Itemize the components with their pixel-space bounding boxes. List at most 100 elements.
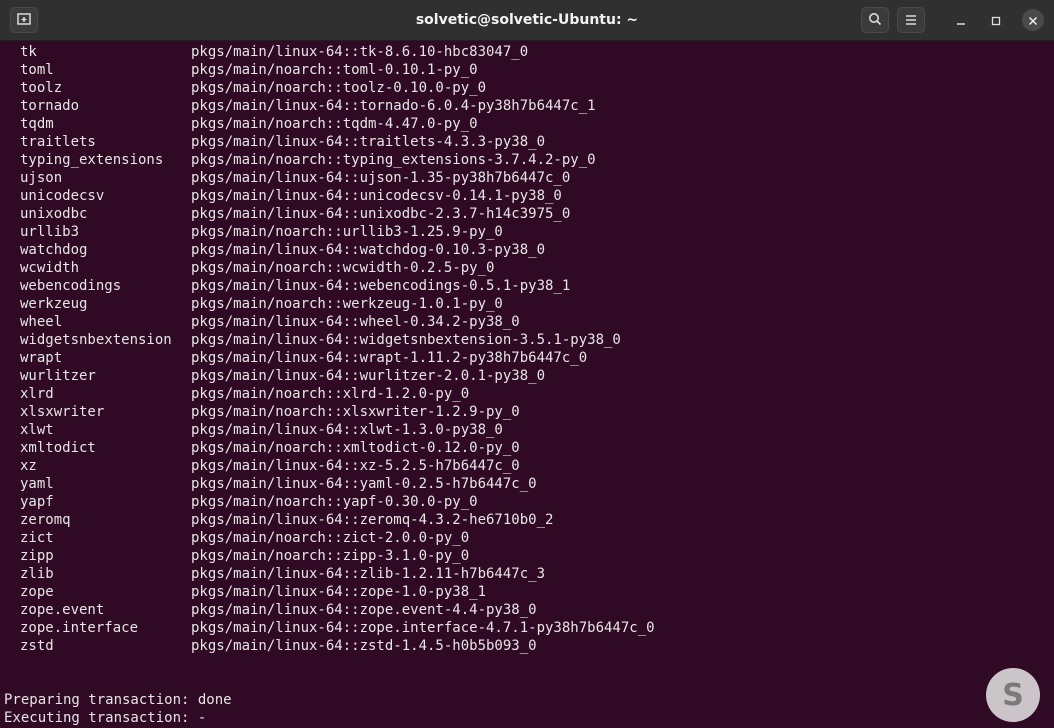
package-channel: pkgs/main/linux-64::wrapt-1.11.2-py38h7b… xyxy=(191,350,588,366)
package-name: yaml xyxy=(20,476,54,492)
package-row: unicodecsv pkgs/main/linux-64::unicodecsv… xyxy=(20,187,740,205)
package-row: tqdm pkgs/main/noarch::tqdm-4.47.0-py_0 xyxy=(20,115,740,133)
package-row: yaml pkgs/main/linux-64::yaml-0.2.5-h7b64… xyxy=(20,475,740,493)
package-name: ujson xyxy=(20,170,63,186)
package-row: wheel pkgs/main/linux-64::wheel-0.34.2-py… xyxy=(20,313,740,331)
package-channel: pkgs/main/linux-64::traitlets-4.3.3-py38… xyxy=(191,134,546,150)
minimize-icon xyxy=(956,11,966,30)
menu-button[interactable] xyxy=(897,7,925,33)
solvetic-logo: S xyxy=(986,668,1040,722)
package-row: urllib3 pkgs/main/noarch::urllib3-1.25.9-… xyxy=(20,223,740,241)
package-row: wurlitzer pkgs/main/linux-64::wurlitzer-2… xyxy=(20,367,740,385)
package-name: tornado xyxy=(20,98,80,114)
package-channel: pkgs/main/linux-64::ujson-1.35-py38h7b64… xyxy=(191,170,571,186)
package-row: wcwidth pkgs/main/noarch::wcwidth-0.2.5-p… xyxy=(20,259,740,277)
package-row: zict pkgs/main/noarch::zict-2.0.0-py_0 xyxy=(20,529,740,547)
maximize-button[interactable] xyxy=(986,10,1006,30)
package-row: tornado pkgs/main/linux-64::tornado-6.0.4… xyxy=(20,97,740,115)
search-button[interactable] xyxy=(861,7,889,33)
terminal-window: solvetic@solvetic-Ubuntu: ~ tk pkgs/main… xyxy=(0,0,1054,728)
package-channel: pkgs/main/linux-64::tk-8.6.10-hbc83047_0 xyxy=(191,44,529,60)
package-name: xlsxwriter xyxy=(20,404,105,420)
close-icon xyxy=(1028,11,1038,30)
title-bar[interactable]: solvetic@solvetic-Ubuntu: ~ xyxy=(0,0,1054,41)
package-channel: pkgs/main/linux-64::zstd-1.4.5-h0b5b093_… xyxy=(191,638,537,654)
package-channel: pkgs/main/noarch::wcwidth-0.2.5-py_0 xyxy=(191,260,495,276)
package-row: xmltodict pkgs/main/noarch::xmltodict-0.1… xyxy=(20,439,740,457)
package-channel: pkgs/main/linux-64::xz-5.2.5-h7b6447c_0 xyxy=(191,458,520,474)
package-row: typing_extensions pkgs/main/noarch::typin… xyxy=(20,151,740,169)
package-name: unixodbc xyxy=(20,206,88,222)
package-row: traitlets pkgs/main/linux-64::traitlets-4… xyxy=(20,133,740,151)
package-name: widgetsnbextension xyxy=(20,332,172,348)
package-row: tk pkgs/main/linux-64::tk-8.6.10-hbc83047… xyxy=(20,43,740,61)
package-row: toolz pkgs/main/noarch::toolz-0.10.0-py_0 xyxy=(20,79,740,97)
package-row: werkzeug pkgs/main/noarch::werkzeug-1.0.1… xyxy=(20,295,740,313)
package-name: watchdog xyxy=(20,242,88,258)
package-row: watchdog pkgs/main/linux-64::watchdog-0.1… xyxy=(20,241,740,259)
package-channel: pkgs/main/noarch::toolz-0.10.0-py_0 xyxy=(191,80,487,96)
package-list: tk pkgs/main/linux-64::tk-8.6.10-hbc83047… xyxy=(20,43,740,655)
package-name: zope.event xyxy=(20,602,105,618)
package-channel: pkgs/main/noarch::tqdm-4.47.0-py_0 xyxy=(191,116,478,132)
package-row: yapf pkgs/main/noarch::yapf-0.30.0-py_0 xyxy=(20,493,740,511)
package-row: xlrd pkgs/main/noarch::xlrd-1.2.0-py_0 xyxy=(20,385,740,403)
package-channel: pkgs/main/linux-64::wurlitzer-2.0.1-py38… xyxy=(191,368,546,384)
package-channel: pkgs/main/linux-64::zeromq-4.3.2-he6710b… xyxy=(191,512,554,528)
package-channel: pkgs/main/linux-64::widgetsnbextension-3… xyxy=(191,332,621,348)
package-row: zeromq pkgs/main/linux-64::zeromq-4.3.2-h… xyxy=(20,511,740,529)
package-name: tk xyxy=(20,44,37,60)
package-name: wcwidth xyxy=(20,260,80,276)
package-channel: pkgs/main/linux-64::watchdog-0.10.3-py38… xyxy=(191,242,546,258)
minimize-button[interactable] xyxy=(951,10,971,30)
terminal-output[interactable]: tk pkgs/main/linux-64::tk-8.6.10-hbc83047… xyxy=(0,41,1054,728)
window-title: solvetic@solvetic-Ubuntu: ~ xyxy=(415,12,639,28)
package-name: unicodecsv xyxy=(20,188,105,204)
package-channel: pkgs/main/noarch::yapf-0.30.0-py_0 xyxy=(191,494,478,510)
package-name: zope.interface xyxy=(20,620,139,636)
package-name: zstd xyxy=(20,638,54,654)
package-name: traitlets xyxy=(20,134,96,150)
package-row: unixodbc pkgs/main/linux-64::unixodbc-2.3… xyxy=(20,205,740,223)
package-name: zope xyxy=(20,584,54,600)
package-row: xlsxwriter pkgs/main/noarch::xlsxwriter-1… xyxy=(20,403,740,421)
package-channel: pkgs/main/linux-64::wheel-0.34.2-py38_0 xyxy=(191,314,520,330)
package-row: wrapt pkgs/main/linux-64::wrapt-1.11.2-py… xyxy=(20,349,740,367)
package-name: zeromq xyxy=(20,512,71,528)
package-name: wheel xyxy=(20,314,63,330)
executing-transaction-line: Executing transaction: - xyxy=(4,710,207,726)
package-channel: pkgs/main/linux-64::tornado-6.0.4-py38h7… xyxy=(191,98,596,114)
package-name: yapf xyxy=(20,494,54,510)
package-row: widgetsnbextension pkgs/main/linux-64::wi… xyxy=(20,331,740,349)
package-channel: pkgs/main/noarch::urllib3-1.25.9-py_0 xyxy=(191,224,503,240)
package-row: toml pkgs/main/noarch::toml-0.10.1-py_0 xyxy=(20,61,740,79)
package-channel: pkgs/main/noarch::toml-0.10.1-py_0 xyxy=(191,62,478,78)
package-channel: pkgs/main/noarch::xlsxwriter-1.2.9-py_0 xyxy=(191,404,520,420)
close-button[interactable] xyxy=(1022,9,1044,31)
package-name: webencodings xyxy=(20,278,122,294)
package-channel: pkgs/main/linux-64::webencodings-0.5.1-p… xyxy=(191,278,571,294)
package-name: xz xyxy=(20,458,37,474)
preparing-transaction-line: Preparing transaction: done xyxy=(4,692,232,708)
package-name: toml xyxy=(20,62,54,78)
package-row: zope.interface pkgs/main/linux-64::zope.i… xyxy=(20,619,740,637)
package-name: zlib xyxy=(20,566,54,582)
package-name: xlrd xyxy=(20,386,54,402)
package-channel: pkgs/main/linux-64::unixodbc-2.3.7-h14c3… xyxy=(191,206,571,222)
package-name: wrapt xyxy=(20,350,63,366)
search-icon xyxy=(868,11,882,30)
package-channel: pkgs/main/noarch::typing_extensions-3.7.… xyxy=(191,152,596,168)
maximize-icon xyxy=(991,11,1001,30)
package-channel: pkgs/main/linux-64::zope-1.0-py38_1 xyxy=(191,584,487,600)
package-channel: pkgs/main/linux-64::zope.event-4.4-py38_… xyxy=(191,602,537,618)
package-name: tqdm xyxy=(20,116,54,132)
package-channel: pkgs/main/linux-64::unicodecsv-0.14.1-py… xyxy=(191,188,562,204)
package-name: zict xyxy=(20,530,54,546)
package-channel: pkgs/main/noarch::zipp-3.1.0-py_0 xyxy=(191,548,470,564)
package-name: xmltodict xyxy=(20,440,96,456)
package-name: wurlitzer xyxy=(20,368,96,384)
package-name: zipp xyxy=(20,548,54,564)
package-row: webencodings pkgs/main/linux-64::webencod… xyxy=(20,277,740,295)
package-name: werkzeug xyxy=(20,296,88,312)
package-row: zope pkgs/main/linux-64::zope-1.0-py38_1 xyxy=(20,583,740,601)
